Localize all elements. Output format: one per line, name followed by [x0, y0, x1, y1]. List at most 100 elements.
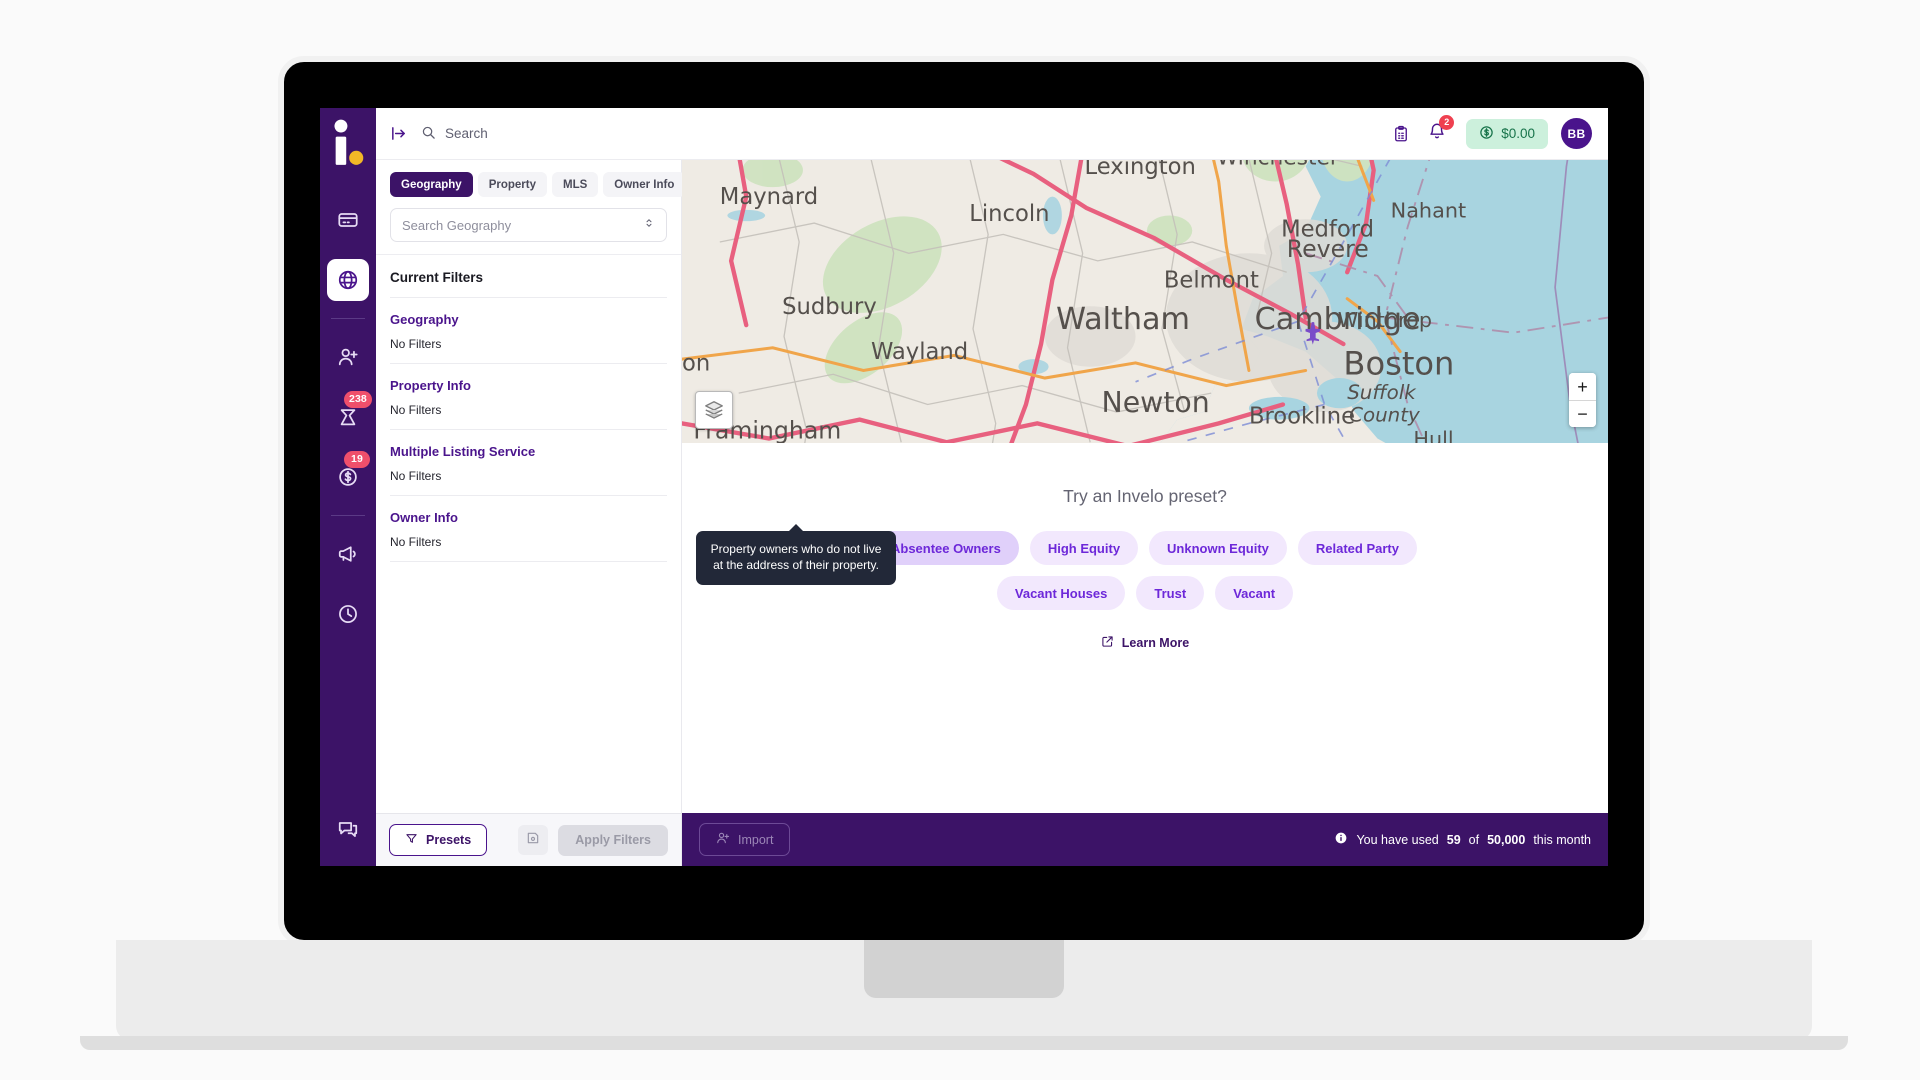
filter-group-title[interactable]: Owner Info [390, 510, 667, 525]
tab-mls[interactable]: MLS [552, 172, 598, 197]
filter-group-value: No Filters [390, 535, 667, 549]
save-disk-icon [526, 831, 540, 850]
map-place-label: Sudbury [782, 294, 877, 320]
deals-badge: 19 [344, 451, 370, 468]
laptop-mockup: 238 19 [278, 56, 1650, 946]
map-place-label: Revere [1287, 235, 1369, 263]
map-place-label: Boston [1343, 344, 1454, 382]
sidebar-item-add-lead[interactable] [327, 336, 369, 378]
usage-bar: Import [682, 813, 1608, 866]
filter-group-title[interactable]: Multiple Listing Service [390, 444, 667, 459]
usage-suffix: this month [1533, 833, 1591, 847]
preset-chip-related-party[interactable]: Related Party [1298, 531, 1417, 565]
dollar-circle-icon [337, 466, 359, 488]
layers-icon [703, 399, 725, 421]
map-zoom-in-button[interactable]: + [1569, 373, 1596, 400]
search-icon [421, 125, 436, 143]
tab-property[interactable]: Property [478, 172, 547, 197]
clipboard-icon[interactable] [1386, 119, 1416, 149]
user-plus-icon [337, 346, 359, 368]
map-view[interactable]: BurlingtonWakefieldMarbleheadBedfordWobu… [682, 160, 1608, 443]
left-nav-rail: 238 19 [320, 108, 376, 866]
apply-filters-button[interactable]: Apply Filters [558, 825, 668, 856]
map-place-label: Maynard [720, 184, 818, 210]
sidebar-item-leads[interactable]: 238 [327, 396, 369, 438]
app-body: Geography Property MLS Owner Info Search… [376, 160, 1608, 866]
filter-group-owner-info: Owner Info No Filters [390, 496, 667, 562]
avatar[interactable]: BB [1561, 118, 1592, 149]
presets-section: Try an Invelo preset? Absentee Owners Hi… [682, 443, 1608, 813]
tab-owner-info[interactable]: Owner Info [603, 172, 685, 197]
funnel-people-icon [337, 406, 359, 428]
map-place-label: Belmont [1164, 267, 1259, 293]
map-place-label: Lincoln [969, 201, 1049, 227]
sidebar-item-history[interactable] [327, 593, 369, 635]
sidebar-item-marketing[interactable] [327, 533, 369, 575]
filters-panel-footer: Presets Apply Filters [376, 813, 681, 866]
learn-more-link[interactable]: Learn More [1101, 635, 1189, 651]
clock-icon [337, 603, 359, 625]
chat-icon [337, 818, 359, 840]
filter-group-title[interactable]: Property Info [390, 378, 667, 393]
map-place-label: County [1349, 404, 1420, 427]
globe-icon [337, 269, 359, 291]
filter-group-title[interactable]: Geography [390, 312, 667, 327]
preset-chip-high-equity[interactable]: High Equity [1030, 531, 1138, 565]
preset-chip-unknown-equity[interactable]: Unknown Equity [1149, 531, 1287, 565]
preset-tooltip: Property owners who do not live at the a… [696, 531, 896, 585]
learn-more-label: Learn More [1122, 636, 1189, 650]
sidebar-item-property-search[interactable] [327, 259, 369, 301]
map-place-label: Nahant [1391, 198, 1466, 222]
preset-chip-vacant[interactable]: Vacant [1215, 576, 1293, 610]
import-button-label: Import [738, 833, 773, 847]
map-place-label: Waltham [1056, 302, 1190, 337]
invelo-logo-icon[interactable] [328, 120, 368, 168]
map-place-label: Lexington [1085, 160, 1196, 180]
preset-chip-vacant-houses[interactable]: Vacant Houses [997, 576, 1126, 610]
global-search[interactable]: Search [421, 125, 488, 143]
filter-group-mls: Multiple Listing Service No Filters [390, 430, 667, 496]
presets-button[interactable]: Presets [389, 824, 487, 856]
map-zoom-out-button[interactable]: − [1569, 400, 1596, 427]
map-place-label: on [682, 350, 710, 376]
tab-geography[interactable]: Geography [390, 172, 473, 197]
collapse-sidebar-icon[interactable] [390, 125, 407, 142]
global-search-placeholder: Search [445, 126, 488, 141]
preset-chip-trust[interactable]: Trust [1136, 576, 1204, 610]
filter-group-property-info: Property Info No Filters [390, 364, 667, 430]
filters-panel: Geography Property MLS Owner Info Search… [376, 160, 682, 866]
usage-limit: 50,000 [1487, 833, 1525, 847]
credit-balance-amount: $0.00 [1501, 126, 1535, 141]
notification-count-badge: 2 [1439, 115, 1454, 130]
map-layers-button[interactable] [695, 391, 733, 429]
map-place-label: Brookline [1249, 403, 1355, 429]
filter-group-value: No Filters [390, 469, 667, 483]
credit-balance-pill[interactable]: $0.00 [1466, 119, 1548, 149]
presets-heading: Try an Invelo preset? [1063, 486, 1227, 507]
megaphone-icon [337, 543, 359, 565]
usage-used: 59 [1447, 833, 1461, 847]
filter-tabs: Geography Property MLS Owner Info [390, 172, 667, 197]
tooltip-arrow [789, 524, 803, 531]
preset-chip-row-1: Absentee Owners High Equity Unknown Equi… [873, 531, 1417, 565]
current-filters-list: Current Filters Geography No Filters Pro… [376, 255, 681, 813]
user-import-icon [716, 831, 730, 848]
tooltip-text: Property owners who do not live at the a… [711, 542, 882, 572]
leads-badge: 238 [344, 391, 372, 408]
laptop-screen: 238 19 [320, 108, 1608, 866]
sidebar-item-support[interactable] [327, 808, 369, 850]
app-window: 238 19 [320, 108, 1608, 866]
app-content: Search 2 [376, 108, 1608, 866]
sidebar-item-deals[interactable]: 19 [327, 456, 369, 498]
filter-group-value: No Filters [390, 337, 667, 351]
top-bar: Search 2 [376, 108, 1608, 160]
map-place-label: Suffolk [1347, 381, 1417, 404]
notifications-bell[interactable]: 2 [1422, 116, 1452, 151]
import-button[interactable]: Import [699, 823, 790, 856]
search-geography-select[interactable]: Search Geography [390, 208, 667, 242]
usage-prefix: You have used [1356, 833, 1438, 847]
filter-funnel-icon [405, 832, 418, 848]
map-place-label: Newton [1102, 386, 1210, 419]
sidebar-item-billing[interactable] [327, 199, 369, 241]
save-search-button[interactable] [518, 825, 548, 855]
